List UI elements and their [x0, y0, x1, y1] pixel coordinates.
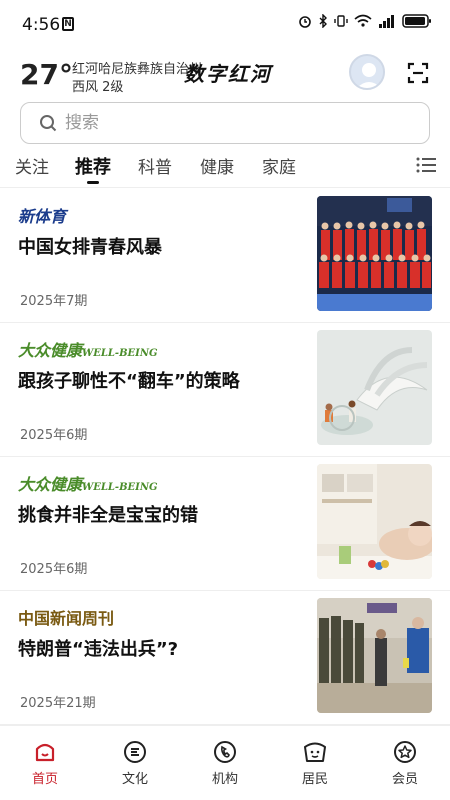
status-time: 4:56 — [22, 15, 61, 35]
scan-icon[interactable] — [407, 62, 429, 84]
article-feed: 新体育 中国女排青春风暴 2025年7期 大众健康WELL-BEING 跟孩子聊… — [0, 189, 450, 725]
nav-member[interactable]: 会员 — [375, 740, 435, 787]
article-card[interactable]: 中国新闻周刊 特朗普“违法出兵”? 2025年21期 — [0, 591, 450, 725]
alarm-icon — [299, 16, 311, 28]
article-card[interactable]: 新体育 中国女排青春风暴 2025年7期 — [0, 189, 450, 323]
weather-location[interactable]: 红河哈尼族彝族自治州 — [72, 58, 202, 77]
bluetooth-icon — [319, 14, 327, 28]
search-icon — [40, 115, 57, 132]
article-title[interactable]: 中国女排青春风暴 — [18, 233, 162, 259]
article-thumbnail[interactable] — [317, 196, 432, 311]
article-issue: 2025年7期 — [20, 294, 88, 309]
member-icon — [394, 741, 416, 763]
status-bar: 4:56 N — [0, 0, 450, 50]
article-issue: 2025年21期 — [20, 696, 96, 711]
tab-family[interactable]: 家庭 — [262, 153, 296, 178]
article-card[interactable]: 大众健康WELL-BEING 跟孩子聊性不“翻车”的策略 2025年6期 — [0, 323, 450, 457]
article-thumbnail[interactable] — [317, 598, 432, 713]
bottom-navigation: 首页 文化 机构 居民 会员 — [0, 725, 450, 800]
nav-residents-label: 居民 — [301, 772, 328, 787]
publication-subtitle: WELL-BEING — [82, 482, 158, 493]
weather-wind: 西风 2级 — [72, 80, 124, 95]
article-thumbnail[interactable] — [317, 330, 432, 445]
signal-icon — [379, 15, 394, 28]
residents-icon — [304, 742, 326, 762]
tab-follow[interactable]: 关注 — [15, 153, 49, 178]
user-avatar[interactable] — [349, 54, 385, 90]
publication-name: 新体育 — [18, 207, 67, 226]
vibrate-icon — [334, 15, 348, 27]
active-tab-indicator — [87, 181, 99, 184]
tab-menu-icon[interactable] — [416, 156, 436, 174]
nav-culture-label: 文化 — [121, 772, 148, 787]
nav-institution-label: 机构 — [211, 772, 238, 787]
nav-residents[interactable]: 居民 — [285, 740, 345, 787]
category-tabs: 关注 推荐 科普 健康 家庭 — [0, 148, 450, 188]
publication-name: 中国新闻周刊 — [18, 609, 115, 628]
nav-home-label: 首页 — [31, 772, 58, 787]
article-title[interactable]: 挑食并非全是宝宝的错 — [18, 501, 198, 527]
publication-subtitle: WELL-BEING — [82, 348, 158, 359]
app-logo: 数字红河 — [184, 62, 272, 86]
nav-home[interactable]: 首页 — [15, 740, 75, 787]
wifi-icon — [354, 14, 372, 27]
battery-icon — [402, 14, 431, 28]
institution-icon — [214, 741, 236, 763]
article-title[interactable]: 特朗普“违法出兵”? — [18, 635, 178, 661]
search-bar[interactable] — [20, 102, 430, 144]
nav-culture[interactable]: 文化 — [105, 740, 165, 787]
weather-temperature[interactable]: 27° — [20, 58, 73, 91]
home-icon — [35, 743, 55, 762]
publication-name: 大众健康WELL-BEING — [18, 341, 158, 360]
publication-name: 大众健康WELL-BEING — [18, 475, 158, 494]
nav-member-label: 会员 — [391, 772, 418, 787]
nav-institution[interactable]: 机构 — [195, 740, 255, 787]
article-card[interactable]: 大众健康WELL-BEING 挑食并非全是宝宝的错 2025年6期 — [0, 457, 450, 591]
culture-icon — [124, 741, 146, 763]
tab-science[interactable]: 科普 — [138, 153, 172, 178]
tab-recommend[interactable]: 推荐 — [75, 153, 111, 179]
nfc-icon: N — [62, 17, 74, 31]
article-issue: 2025年6期 — [20, 562, 88, 577]
article-title[interactable]: 跟孩子聊性不“翻车”的策略 — [18, 367, 240, 393]
search-input[interactable] — [65, 111, 405, 135]
article-thumbnail[interactable] — [317, 464, 432, 579]
tab-health[interactable]: 健康 — [200, 153, 234, 178]
article-issue: 2025年6期 — [20, 428, 88, 443]
